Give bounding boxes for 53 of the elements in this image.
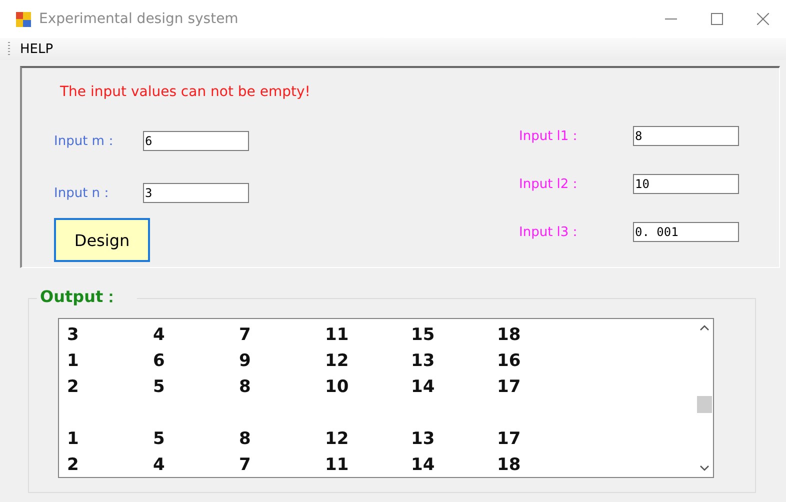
close-icon[interactable] [757,13,769,25]
output-textbox[interactable]: 3 4 7 11 15 18 1 6 9 12 13 16 2 5 8 10 14 17 1 5 8 12 13 17 2 4 7 11 14 18 [58,318,714,478]
output-value: 5 [153,377,166,397]
output-value: 14 [411,377,436,397]
scroll-up-icon[interactable] [700,325,709,331]
output-value: 3 [67,325,80,345]
error-message: The input values can not be empty! [60,84,310,100]
field-label: Input l1： [519,128,583,145]
output-value: 6 [153,351,166,371]
input-field[interactable]: 6 [143,131,249,151]
output-value: 9 [239,351,252,371]
output-value: 11 [325,325,350,345]
input-field[interactable]: 0. 001 [633,222,739,242]
output-value: 12 [325,351,350,371]
menu-item[interactable]: HELP [16,42,58,56]
output-value: 8 [239,429,252,449]
scroll-down-icon[interactable] [700,465,709,471]
output-value: 15 [411,325,436,345]
window-title: Experimental design system [39,11,240,27]
output-value: 18 [497,455,522,475]
scroll-thumb[interactable] [697,396,712,413]
output-value: 7 [239,455,252,475]
output-value: 8 [239,377,252,397]
field-label: Input l2： [519,176,583,193]
field-label: Input l3： [519,224,583,241]
field-label: Input m： [54,133,118,150]
input-field[interactable]: 10 [633,174,739,194]
maximize-icon[interactable] [711,13,723,25]
output-value: 10 [325,377,350,397]
field-label: Input n： [54,185,114,202]
output-value: 4 [153,455,166,475]
input-field[interactable]: 3 [143,183,249,203]
output-value: 17 [497,429,522,449]
output-value: 5 [153,429,166,449]
output-value: 18 [497,325,522,345]
output-value: 13 [411,429,436,449]
minimize-icon[interactable] [665,18,677,20]
output-value: 13 [411,351,436,371]
output-value: 1 [67,429,80,449]
output-value: 16 [497,351,522,371]
output-value: 2 [67,455,80,475]
output-value: 14 [411,455,436,475]
output-value: 2 [67,377,80,397]
output-value: 12 [325,429,350,449]
output-value: 4 [153,325,166,345]
design-button[interactable]: Design [54,218,150,262]
app-icon [16,12,31,26]
input-field[interactable]: 8 [633,126,739,146]
output-value: 17 [497,377,522,397]
output-value: 7 [239,325,252,345]
output-label: Output： [37,287,138,308]
output-value: 11 [325,455,350,475]
output-value: 1 [67,351,80,371]
